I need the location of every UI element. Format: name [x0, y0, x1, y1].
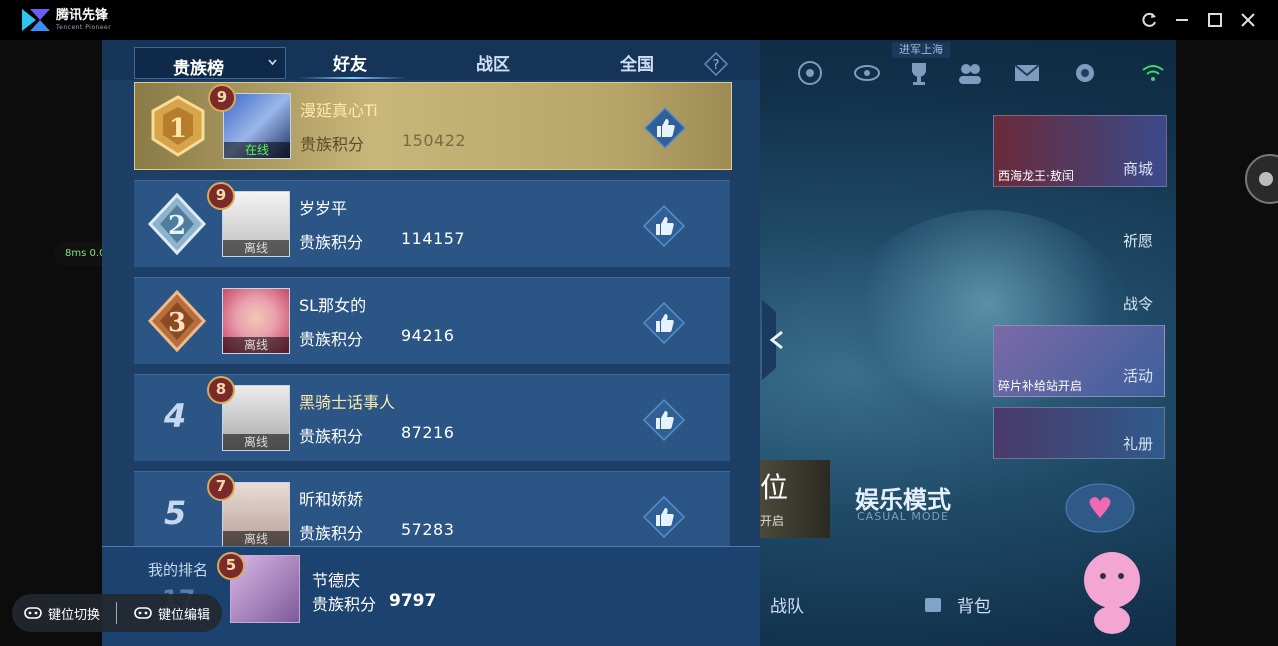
friends-icon[interactable]: [955, 58, 985, 88]
shop-promo-text: 西海龙王·敖闰: [998, 169, 1074, 183]
offline-status: 离线: [223, 337, 289, 353]
svg-text:2: 2: [168, 211, 186, 241]
my-name: 节德庆: [312, 571, 361, 590]
casual-mode-subtitle: CASUAL MODE: [857, 510, 949, 523]
level-badge: 8: [206, 375, 236, 405]
offline-status: 离线: [223, 434, 289, 450]
score-value: 94216: [401, 326, 455, 345]
like-thumbs-up-icon[interactable]: [642, 204, 686, 248]
player-name: SL那女的: [299, 296, 367, 315]
game-screen: 进军上海 西海龙王·敖闰 商城 祈愿 战令 碎片补给站开启 活动 礼册 位 开启…: [102, 40, 1176, 646]
leaderboard-row[interactable]: 4 离线 8 黑骑士话事人 贵族积分 87216: [134, 374, 730, 461]
score-label: 贵族积分: [299, 524, 364, 543]
player-name: 漫延真心Ti: [300, 101, 378, 120]
level-badge: 9: [207, 83, 237, 113]
battlepass-label[interactable]: 战令: [1123, 293, 1153, 314]
online-status: 在线: [224, 142, 290, 158]
tab-region[interactable]: 战区: [476, 50, 510, 75]
like-thumbs-up-icon[interactable]: [642, 301, 686, 345]
tab-friends[interactable]: 好友: [333, 50, 367, 75]
trophy-icon[interactable]: [904, 58, 934, 88]
player-name: 黑骑士话事人: [299, 393, 396, 412]
svg-text:?: ?: [713, 58, 720, 73]
mascot-icon[interactable]: [1062, 480, 1162, 640]
silver-rank-badge-icon: 2: [147, 192, 207, 256]
score-label: 贵族积分: [299, 427, 364, 446]
event-label[interactable]: 活动: [1123, 365, 1153, 386]
like-thumbs-up-icon[interactable]: [642, 495, 686, 539]
event-banner: 进军上海: [892, 42, 950, 58]
level-badge: 9: [206, 181, 236, 211]
active-tab-indicator: [298, 77, 408, 79]
app-title: 腾讯先锋: [56, 8, 109, 23]
wish-label[interactable]: 祈愿: [1123, 230, 1153, 251]
score-label: 贵族积分: [299, 233, 364, 252]
leaderboard-row[interactable]: 2 离线 9 岁岁平 贵族积分 114157: [134, 180, 730, 267]
my-score-label: 贵族积分: [312, 595, 377, 614]
minimize-icon[interactable]: [1172, 10, 1192, 30]
shop-label[interactable]: 商城: [1123, 158, 1153, 179]
offline-status: 离线: [223, 240, 289, 256]
rank-number: 4: [164, 397, 187, 435]
leaderboard-row[interactable]: 5 离线 7 昕和娇娇 贵族积分 57283: [134, 471, 730, 558]
app-subtitle: Tencent Pioneer: [56, 24, 112, 31]
chevron-down-icon: [268, 59, 277, 66]
score-label: 贵族积分: [300, 135, 365, 154]
offline-status: 离线: [223, 531, 289, 547]
radar-icon[interactable]: [795, 58, 825, 88]
svg-text:3: 3: [168, 308, 186, 338]
ranked-mode-partial[interactable]: 位 开启: [760, 460, 830, 538]
player-name: 昕和娇娇: [299, 490, 364, 509]
refresh-icon[interactable]: [1139, 10, 1159, 30]
keymap-toolbar: 键位切换 键位编辑: [12, 594, 222, 632]
settings-gear-icon[interactable]: [1070, 58, 1100, 88]
score-value: 114157: [401, 229, 466, 248]
help-icon[interactable]: ?: [704, 52, 728, 76]
wifi-signal-icon: [1142, 65, 1164, 81]
leaderboard-row[interactable]: 3 离线 SL那女的 贵族积分 94216: [134, 277, 730, 364]
svg-text:1: 1: [169, 114, 187, 144]
keymap-switch-button[interactable]: 键位切换: [48, 604, 100, 623]
mail-icon[interactable]: [1012, 58, 1042, 88]
my-level-badge: 5: [216, 551, 246, 581]
score-value: 57283: [401, 520, 455, 539]
player-name: 岁岁平: [299, 199, 348, 218]
like-thumbs-up-icon[interactable]: [643, 106, 687, 150]
gamepad-icon: [24, 607, 42, 619]
event-promo-text: 碎片补给站开启: [998, 379, 1083, 393]
rank-number: 5: [164, 494, 187, 532]
my-rank-label: 我的排名: [148, 561, 209, 579]
side-handle-icon[interactable]: [1240, 152, 1278, 206]
keymap-edit-button[interactable]: 键位编辑: [158, 604, 210, 623]
bronze-rank-badge-icon: 3: [147, 289, 207, 353]
gold-rank-badge-icon: 1: [151, 95, 205, 157]
leaderboard-panel: 贵族榜 好友 战区 全国 ? 1 在线 9 漫延真心Ti 贵族积分 150422…: [102, 40, 760, 646]
event-promo-card[interactable]: 碎片补给站开启: [993, 325, 1165, 397]
like-thumbs-up-icon[interactable]: [642, 398, 686, 442]
score-value: 150422: [402, 131, 467, 150]
right-margin: [1176, 40, 1278, 646]
dropdown-label: 贵族榜: [173, 59, 224, 79]
level-badge: 7: [206, 472, 236, 502]
tab-national[interactable]: 全国: [620, 50, 654, 75]
avatar[interactable]: 离线: [222, 288, 290, 354]
left-margin: [0, 40, 102, 646]
app-logo-icon: [22, 9, 50, 31]
score-label: 贵族积分: [299, 330, 364, 349]
score-value: 87216: [401, 423, 455, 442]
gamepad-edit-icon: [134, 607, 152, 619]
close-icon[interactable]: [1238, 10, 1258, 30]
leaderboard-type-dropdown[interactable]: 贵族榜: [134, 47, 286, 79]
maximize-icon[interactable]: [1205, 10, 1225, 30]
team-label[interactable]: 战队: [770, 592, 804, 617]
bag-icon[interactable]: [922, 592, 946, 616]
bag-label[interactable]: 背包: [957, 592, 991, 617]
divider: [116, 602, 117, 624]
my-score-value: 9797: [389, 591, 437, 611]
collapse-panel-chevron-left-icon[interactable]: [762, 300, 792, 380]
leaderboard-row[interactable]: 1 在线 9 漫延真心Ti 贵族积分 150422: [134, 82, 732, 170]
title-bar: 腾讯先锋 Tencent Pioneer: [0, 0, 1278, 40]
eye-icon[interactable]: [852, 58, 882, 88]
gift-label[interactable]: 礼册: [1123, 433, 1153, 454]
